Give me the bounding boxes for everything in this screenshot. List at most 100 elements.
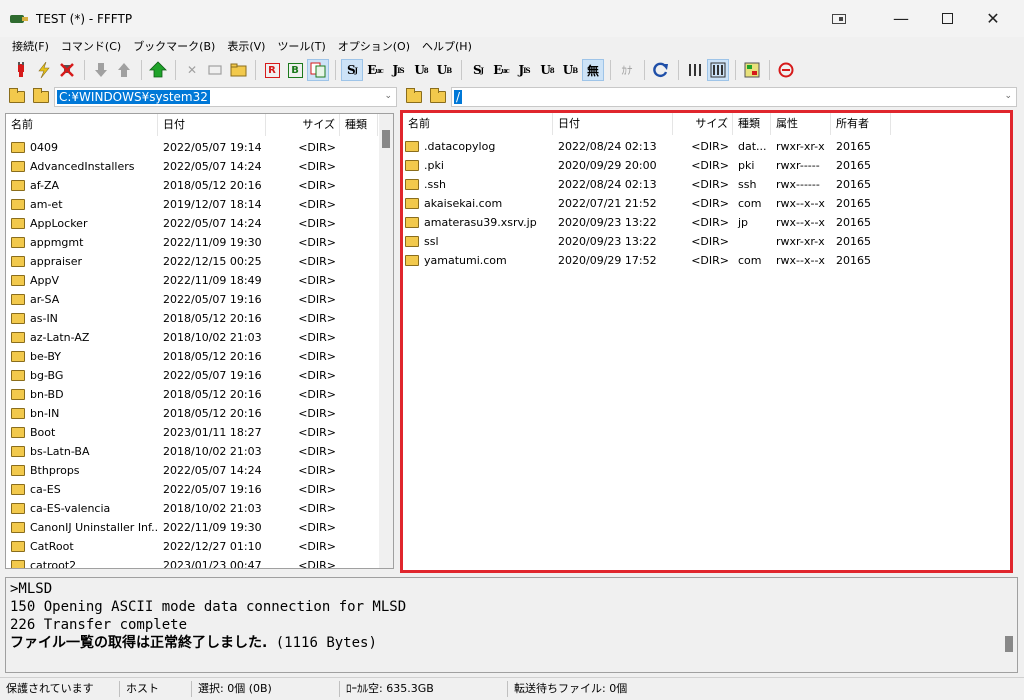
local-col-type[interactable]: 種類 xyxy=(340,114,378,136)
table-row[interactable]: .datacopylog 2022/08/24 02:13 <DIR> dat... r… xyxy=(403,137,1010,156)
table-row[interactable]: CatRoot 2022/12/27 01:10 <DIR> xyxy=(6,537,393,556)
table-row[interactable]: ca-ES 2022/05/07 19:16 <DIR> xyxy=(6,480,393,499)
remote-path-input[interactable]: / ⌄ xyxy=(451,87,1017,107)
table-row[interactable]: Bthprops 2022/05/07 14:24 <DIR> xyxy=(6,461,393,480)
local-jis-button[interactable]: J IS xyxy=(513,59,535,81)
quick-connect-button[interactable] xyxy=(33,59,55,81)
remote-col-size[interactable]: サイズ xyxy=(673,113,733,135)
remote-open-folder-button[interactable] xyxy=(427,87,449,107)
local-euc-button[interactable]: Euc xyxy=(490,59,512,81)
file-date: 2020/09/23 13:22 xyxy=(558,235,657,248)
menu-help[interactable]: ヘルプ(H) xyxy=(416,38,478,54)
abort-button[interactable] xyxy=(775,59,797,81)
table-row[interactable]: CanonIJ Uninstaller Inf... 2022/11/09 19:… xyxy=(6,518,393,537)
table-row[interactable]: catroot2 2023/01/23 00:47 <DIR> xyxy=(6,556,393,568)
list-view-button[interactable] xyxy=(684,59,706,81)
host-utf8bom-button[interactable]: UB xyxy=(433,59,455,81)
mode-r-button[interactable]: R xyxy=(261,59,283,81)
no-conversion-button[interactable]: 無 xyxy=(582,59,604,81)
chevron-down-icon[interactable]: ⌄ xyxy=(1004,91,1012,101)
table-row[interactable]: ca-ES-valencia 2018/10/02 21:03 <DIR> xyxy=(6,499,393,518)
maximize-button[interactable] xyxy=(924,0,970,37)
close-button[interactable]: ✕ xyxy=(970,0,1016,37)
delete-button[interactable]: ✕ xyxy=(181,59,203,81)
table-row[interactable]: af-ZA 2018/05/12 20:16 <DIR> xyxy=(6,176,393,195)
host-euc-button[interactable]: Euc xyxy=(364,59,386,81)
table-row[interactable]: ar-SA 2022/05/07 19:16 <DIR> xyxy=(6,290,393,309)
detail-view-button[interactable] xyxy=(707,59,729,81)
scroll-thumb[interactable] xyxy=(382,130,390,148)
file-date: 2018/05/12 20:16 xyxy=(163,407,262,420)
table-row[interactable]: amaterasu39.xsrv.jp 2020/09/23 13:22 <DIR>… xyxy=(403,213,1010,232)
table-row[interactable]: bn-IN 2018/05/12 20:16 <DIR> xyxy=(6,404,393,423)
remote-col-name[interactable]: 名前 xyxy=(403,113,553,135)
local-col-date[interactable]: 日付 xyxy=(158,114,266,136)
minimize-button[interactable]: — xyxy=(878,0,924,37)
table-row[interactable]: .ssh 2022/08/24 02:13 <DIR> ssh rwx------ 201… xyxy=(403,175,1010,194)
remote-col-date[interactable]: 日付 xyxy=(553,113,673,135)
host-sjis-button[interactable]: SJ xyxy=(341,59,363,81)
local-file-list[interactable]: 名前 日付 サイズ 種類 0409 2022/05/07 19:14 <DIR> Ad… xyxy=(5,113,394,569)
local-open-folder-button[interactable] xyxy=(30,87,52,107)
menu-command[interactable]: コマンド(C) xyxy=(55,38,127,54)
download-button[interactable] xyxy=(90,59,112,81)
local-scrollbar[interactable] xyxy=(379,114,393,568)
remote-col-type[interactable]: 種類 xyxy=(733,113,771,135)
log-panel[interactable]: >MLSD 150 Opening ASCII mode data connec… xyxy=(5,577,1018,673)
host-jis-button[interactable]: J IS xyxy=(387,59,409,81)
disconnect-button[interactable] xyxy=(56,59,78,81)
table-row[interactable]: as-IN 2018/05/12 20:16 <DIR> xyxy=(6,309,393,328)
table-row[interactable]: .pki 2020/09/29 20:00 <DIR> pki rwxr----- 201… xyxy=(403,156,1010,175)
remote-col-perm[interactable]: 属性 xyxy=(771,113,831,135)
table-row[interactable]: ssl 2020/09/23 13:22 <DIR> rwxr-xr-x 20165 xyxy=(403,232,1010,251)
local-col-name[interactable]: 名前 xyxy=(6,114,158,136)
refresh-button[interactable] xyxy=(650,59,672,81)
table-row[interactable]: am-et 2019/12/07 18:14 <DIR> xyxy=(6,195,393,214)
file-name-cell: be-BY xyxy=(6,350,158,363)
mirror-upload-button[interactable] xyxy=(147,59,169,81)
upload-button[interactable] xyxy=(113,59,135,81)
local-sjis-button[interactable]: SJ xyxy=(467,59,489,81)
table-row[interactable]: akaisekai.com 2022/07/21 21:52 <DIR> com rwx… xyxy=(403,194,1010,213)
local-utf8-button[interactable]: U8 xyxy=(536,59,558,81)
connect-button[interactable] xyxy=(10,59,32,81)
mode-auto-button[interactable] xyxy=(307,59,329,81)
menu-connect[interactable]: 接続(F) xyxy=(0,38,55,54)
table-row[interactable]: be-BY 2018/05/12 20:16 <DIR> xyxy=(6,347,393,366)
host-utf8-button[interactable]: U8 xyxy=(410,59,432,81)
local-path-input[interactable]: C:¥WINDOWS¥system32 ⌄ xyxy=(54,87,397,107)
table-row[interactable]: AdvancedInstallers 2022/05/07 14:24 <DIR> xyxy=(6,157,393,176)
table-row[interactable]: appmgmt 2022/11/09 19:30 <DIR> xyxy=(6,233,393,252)
remote-col-owner[interactable]: 所有者 xyxy=(831,113,891,135)
menu-tools[interactable]: ツール(T) xyxy=(271,38,331,54)
local-col-size[interactable]: サイズ xyxy=(266,114,340,136)
mkdir-button[interactable] xyxy=(227,59,249,81)
table-row[interactable]: Boot 2023/01/11 18:27 <DIR> xyxy=(6,423,393,442)
kana-convert-button[interactable]: ｶﾅ xyxy=(616,59,638,81)
mode-b-button[interactable]: B xyxy=(284,59,306,81)
table-row[interactable]: bg-BG 2022/05/07 19:16 <DIR> xyxy=(6,366,393,385)
table-row[interactable]: AppV 2022/11/09 18:49 <DIR> xyxy=(6,271,393,290)
table-row[interactable]: AppLocker 2022/05/07 14:24 <DIR> xyxy=(6,214,393,233)
table-row[interactable]: 0409 2022/05/07 19:14 <DIR> xyxy=(6,138,393,157)
file-name: .ssh xyxy=(424,178,446,191)
menu-view[interactable]: 表示(V) xyxy=(221,38,271,54)
local-up-folder-button[interactable] xyxy=(6,87,28,107)
snap-icon xyxy=(832,13,846,24)
table-row[interactable]: bn-BD 2018/05/12 20:16 <DIR> xyxy=(6,385,393,404)
menu-options[interactable]: オプション(O) xyxy=(332,38,416,54)
remote-file-list[interactable]: 名前 日付 サイズ 種類 属性 所有者 .datacopylog 2022/08/… xyxy=(400,110,1013,573)
sync-folder-button[interactable] xyxy=(741,59,763,81)
table-row[interactable]: bs-Latn-BA 2018/10/02 21:03 <DIR> xyxy=(6,442,393,461)
table-row[interactable]: appraiser 2022/12/15 00:25 <DIR> xyxy=(6,252,393,271)
rename-button[interactable] xyxy=(204,59,226,81)
chevron-down-icon[interactable]: ⌄ xyxy=(384,91,392,101)
window-extra-button[interactable] xyxy=(816,0,862,37)
menu-bookmark[interactable]: ブックマーク(B) xyxy=(127,38,221,54)
table-row[interactable]: az-Latn-AZ 2018/10/02 21:03 <DIR> xyxy=(6,328,393,347)
refresh-icon xyxy=(653,62,668,78)
log-scroll-thumb[interactable] xyxy=(1005,636,1013,652)
remote-up-folder-button[interactable] xyxy=(403,87,425,107)
table-row[interactable]: yamatumi.com 2020/09/29 17:52 <DIR> com rwx-… xyxy=(403,251,1010,270)
local-utf8bom-button[interactable]: UB xyxy=(559,59,581,81)
